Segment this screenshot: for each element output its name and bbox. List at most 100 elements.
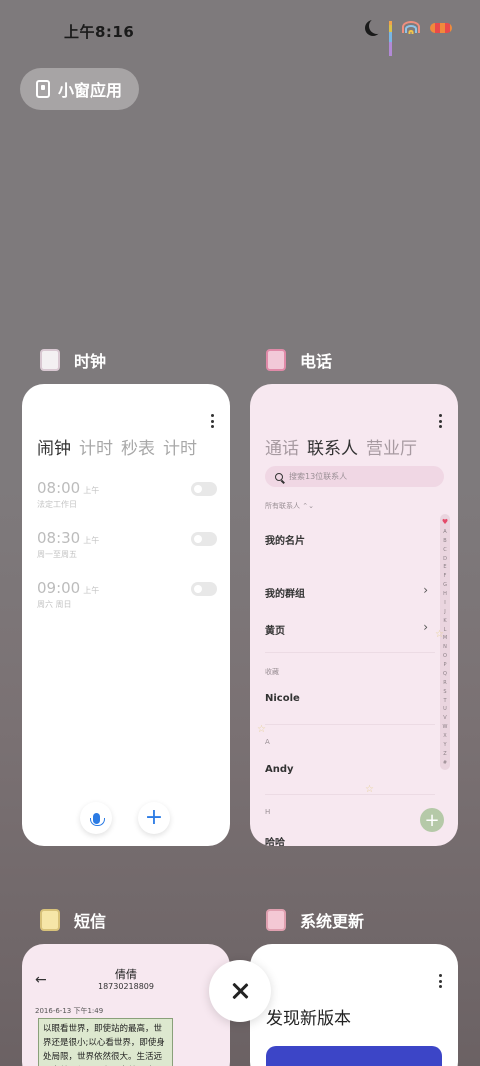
index-letter[interactable]: D — [443, 556, 447, 562]
update-app-name: 系统更新 — [300, 912, 365, 931]
index-letter[interactable]: A — [443, 529, 446, 535]
alarm-toggle[interactable] — [191, 532, 217, 546]
message-bubble[interactable]: 以眼看世界，即使站的最高，世界还是很小;以心看世界，即使身处局限，世界依然很大。… — [38, 1018, 173, 1066]
alarm-toggle[interactable] — [191, 482, 217, 496]
index-letter[interactable]: I — [444, 600, 445, 606]
update-title: 发现新版本 — [266, 1009, 351, 1029]
alarm-item[interactable]: 08:00 上午 法定工作日 — [37, 478, 217, 510]
favorites-heart-icon: ♥ — [441, 518, 449, 526]
clock-app-label[interactable]: 时钟 — [40, 348, 106, 372]
phone-app-label[interactable]: 电话 — [266, 348, 332, 372]
index-letter[interactable]: S — [443, 689, 446, 695]
index-letter[interactable]: O — [443, 653, 447, 659]
update-app-card[interactable]: 发现新版本 — [250, 944, 458, 1066]
index-letter[interactable]: J — [444, 609, 445, 615]
alarm-time: 08:30 — [37, 529, 81, 547]
add-contact-button[interactable]: + — [420, 808, 444, 832]
alarm-toggle[interactable] — [191, 582, 217, 596]
alarm-ampm: 上午 — [83, 486, 100, 495]
clock-more-options-icon[interactable] — [210, 414, 214, 428]
alarm-repeat: 周六 周日 — [37, 600, 72, 609]
contact-item[interactable]: Nicole — [265, 693, 300, 704]
update-banner — [266, 1046, 442, 1066]
clear-all-button[interactable] — [209, 960, 271, 1022]
tab-contacts[interactable]: 联系人 — [307, 434, 358, 459]
index-letter[interactable]: Y — [443, 742, 446, 748]
tab-calls[interactable]: 通话 — [265, 434, 299, 459]
sms-contact-name: 倩倩 — [115, 968, 137, 981]
yellow-pages-item[interactable]: 黄页 — [265, 622, 285, 637]
index-letter[interactable]: Q — [443, 671, 447, 677]
index-letter[interactable]: # — [443, 760, 447, 766]
do-not-disturb-moon-icon — [369, 18, 385, 34]
search-placeholder: 搜索13位联系人 — [289, 472, 348, 481]
tab-stopwatch[interactable]: 秒表 — [121, 434, 155, 459]
phone-app-card[interactable]: 通话 联系人 营业厅 搜索13位联系人 所有联系人 ⌃⌄ 我的名片 我的群组 ›… — [250, 384, 458, 846]
phone-tabs: 通话 联系人 营业厅 — [265, 434, 417, 459]
contact-item[interactable]: Andy — [265, 764, 294, 775]
add-alarm-button[interactable]: + — [138, 802, 170, 834]
index-letter[interactable]: Z — [443, 751, 446, 757]
index-letter[interactable]: W — [443, 724, 448, 730]
index-letter[interactable]: K — [443, 618, 446, 624]
search-icon — [275, 472, 283, 481]
favorites-header: 收藏 — [265, 668, 279, 676]
divider — [265, 652, 435, 653]
floating-window-apps-button[interactable]: 小窗应用 — [20, 68, 139, 110]
sms-app-label[interactable]: 短信 — [40, 908, 106, 932]
alarm-time: 08:00 — [37, 479, 81, 497]
alarm-repeat: 周一至周五 — [37, 550, 77, 559]
alarm-ampm: 上午 — [83, 536, 100, 545]
tab-world-clock[interactable]: 计时 — [79, 434, 113, 459]
update-app-label[interactable]: 系统更新 — [266, 908, 364, 932]
floating-window-label: 小窗应用 — [58, 81, 123, 100]
index-letter[interactable]: B — [443, 538, 446, 544]
clock-tabs: 闹钟 计时 秒表 计时 — [37, 434, 197, 459]
section-header: A — [265, 738, 270, 746]
index-letter[interactable]: T — [443, 698, 446, 704]
index-letter[interactable]: R — [443, 680, 446, 686]
tab-timer[interactable]: 计时 — [163, 434, 197, 459]
index-letter[interactable]: G — [443, 582, 447, 588]
clock-app-card[interactable]: 闹钟 计时 秒表 计时 08:00 上午 法定工作日 08:30 上午 周一至周五 … — [22, 384, 230, 846]
status-bar: 上午8:16 — [0, 0, 480, 60]
star-decoration-icon: ☆ — [435, 629, 444, 640]
contact-filter[interactable]: 所有联系人 ⌃⌄ — [265, 501, 314, 511]
update-more-options-icon[interactable] — [438, 974, 442, 988]
index-letter[interactable]: L — [444, 627, 447, 633]
my-groups-item[interactable]: 我的群组 — [265, 585, 305, 600]
sms-contact-number: 18730218809 — [98, 982, 154, 991]
index-letter[interactable]: C — [443, 547, 447, 553]
star-decoration-icon: ☆ — [257, 724, 266, 735]
microphone-icon — [89, 812, 105, 826]
contact-search-input[interactable]: 搜索13位联系人 — [265, 466, 444, 487]
index-letter[interactable]: V — [443, 715, 446, 721]
index-letter[interactable]: E — [443, 564, 446, 570]
index-letter[interactable]: F — [444, 573, 447, 579]
sms-app-card[interactable]: ← 倩倩 18730218809 2016-6-13 下午1:49 以眼看世界，… — [22, 944, 230, 1066]
wifi-icon — [402, 21, 420, 35]
index-letter[interactable]: H — [443, 591, 447, 597]
tab-service-hall[interactable]: 营业厅 — [366, 434, 417, 459]
alarm-item[interactable]: 09:00 上午 周六 周日 — [37, 578, 217, 610]
alarm-item[interactable]: 08:30 上午 周一至周五 — [37, 528, 217, 560]
index-letter[interactable]: P — [443, 662, 446, 668]
phone-more-options-icon[interactable] — [438, 414, 442, 428]
divider — [265, 794, 435, 795]
cellular-signal-icon — [389, 21, 392, 56]
tab-alarm[interactable]: 闹钟 — [37, 434, 71, 459]
my-card-item[interactable]: 我的名片 — [265, 532, 305, 547]
plus-icon: + — [144, 805, 164, 830]
sms-app-icon — [40, 909, 60, 931]
index-letter[interactable]: U — [443, 706, 447, 712]
contact-item[interactable]: 哈哈 — [265, 834, 285, 846]
index-letter[interactable]: N — [443, 644, 447, 650]
plus-icon: + — [424, 809, 440, 831]
index-letter[interactable]: X — [443, 733, 446, 739]
phone-app-name: 电话 — [300, 352, 333, 371]
section-header: H — [265, 808, 271, 816]
voice-alarm-button[interactable] — [80, 802, 112, 834]
divider — [265, 724, 435, 725]
chevron-right-icon: › — [423, 583, 428, 597]
alphabet-index-scrollbar[interactable]: ♥ A B C D E F G H I J K L M N O P Q R S T U V W X Y Z # — [440, 514, 450, 770]
